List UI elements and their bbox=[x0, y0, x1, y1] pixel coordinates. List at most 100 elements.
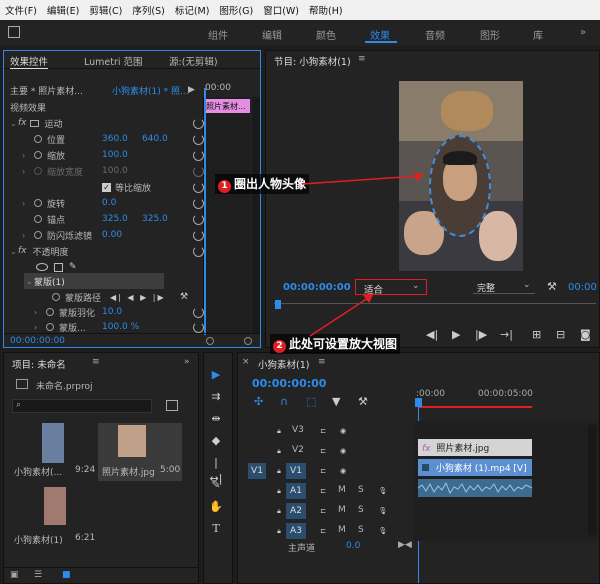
zoom-out-icon[interactable] bbox=[206, 337, 214, 345]
workspace-tab-color[interactable]: 颜色 bbox=[316, 27, 336, 42]
timeline-title[interactable]: 小狗素材(1) bbox=[258, 357, 309, 371]
solo-button[interactable]: S bbox=[358, 505, 364, 515]
ripple-edit-tool-icon[interactable]: ⇹ bbox=[208, 411, 224, 427]
opacity-row[interactable]: ⌄ fx 不透明度 bbox=[4, 243, 204, 259]
workspace-tab-effects[interactable]: 效果 bbox=[370, 27, 390, 42]
project-title[interactable]: 项目: 未命名 bbox=[12, 357, 66, 371]
expand-icon[interactable]: › bbox=[22, 199, 30, 208]
tab-source[interactable]: 源:(无剪辑) bbox=[169, 54, 218, 68]
timeline-scrollbar[interactable] bbox=[588, 425, 596, 535]
sync-lock-icon[interactable]: ⊏ bbox=[316, 524, 330, 538]
ec-scrollbar[interactable] bbox=[252, 97, 260, 333]
wrench-icon[interactable]: ⚒ bbox=[547, 280, 557, 293]
play-only-icon[interactable]: ▶ bbox=[188, 85, 195, 95]
track-name[interactable]: V3 bbox=[292, 425, 304, 435]
mask-feather-value[interactable]: 10.0 bbox=[102, 307, 122, 317]
solo-button[interactable]: S bbox=[358, 485, 364, 495]
mute-button[interactable]: M bbox=[338, 505, 346, 515]
menu-sequence[interactable]: 序列(S) bbox=[127, 3, 169, 17]
clip-video[interactable]: 小狗素材 (1).mp4 [V] bbox=[418, 459, 532, 476]
mute-button[interactable]: M bbox=[338, 485, 346, 495]
go-to-out-icon[interactable]: →| bbox=[500, 328, 513, 341]
project-item[interactable]: 小狗素材(1) 6:21 bbox=[14, 487, 98, 546]
ec-clip-bar[interactable]: 照片素材... bbox=[204, 99, 250, 113]
eye-icon[interactable]: ◉ bbox=[336, 444, 350, 458]
stopwatch-icon[interactable] bbox=[52, 293, 60, 301]
step-forward-icon[interactable]: |▶ bbox=[475, 328, 487, 341]
track-name[interactable]: A2 bbox=[286, 503, 306, 519]
selection-tool-icon[interactable]: ▶ bbox=[208, 367, 224, 383]
workspace-tab-editing[interactable]: 编辑 bbox=[262, 27, 282, 42]
workspace-menu-icon[interactable]: » bbox=[580, 27, 586, 38]
lock-icon[interactable]: 🔒︎ bbox=[272, 504, 286, 518]
wrench-icon[interactable]: ⚒ bbox=[180, 292, 188, 302]
export-frame-icon[interactable]: ◙ bbox=[580, 328, 591, 341]
menu-file[interactable]: 文件(F) bbox=[0, 3, 42, 17]
menu-clip[interactable]: 剪辑(C) bbox=[84, 3, 127, 17]
zoom-in-icon[interactable] bbox=[244, 337, 252, 345]
razor-tool-icon[interactable]: ◆ bbox=[208, 433, 224, 449]
nest-icon[interactable]: ✣ bbox=[254, 395, 263, 408]
menu-help[interactable]: 帮助(H) bbox=[304, 3, 348, 17]
expand-icon[interactable]: ⌄ bbox=[26, 277, 34, 286]
lock-icon[interactable]: 🔒︎ bbox=[272, 444, 286, 458]
panel-menu-icon[interactable]: ≡ bbox=[318, 357, 326, 367]
lock-icon[interactable]: 🔒︎ bbox=[272, 524, 286, 538]
lock-icon[interactable]: 🔒︎ bbox=[272, 424, 286, 438]
eye-icon[interactable]: ◉ bbox=[336, 464, 350, 478]
reset-icon[interactable] bbox=[193, 181, 204, 193]
panel-menu-icon[interactable]: ≡ bbox=[92, 357, 100, 367]
stopwatch-icon[interactable] bbox=[46, 323, 54, 331]
panel-menu-icon[interactable]: ≡ bbox=[358, 54, 366, 64]
clip-photo[interactable]: fx 照片素材.jpg bbox=[418, 439, 532, 456]
menu-graphics[interactable]: 图形(G) bbox=[214, 3, 258, 17]
solo-button[interactable]: S bbox=[358, 525, 364, 535]
play-icon[interactable]: ▶ bbox=[452, 328, 460, 341]
flicker-value[interactable]: 0.00 bbox=[102, 230, 122, 240]
position-y-value[interactable]: 640.0 bbox=[142, 134, 168, 144]
track-name[interactable]: A1 bbox=[286, 483, 306, 499]
menu-edit[interactable]: 编辑(E) bbox=[42, 3, 84, 17]
expand-icon[interactable]: › bbox=[34, 323, 42, 332]
master-clip-label[interactable]: 主要 * 照片素材... bbox=[10, 84, 83, 97]
stopwatch-icon[interactable] bbox=[34, 151, 42, 159]
extract-icon[interactable]: ⊟ bbox=[556, 328, 565, 341]
program-playhead[interactable] bbox=[275, 300, 281, 309]
track-name[interactable]: A3 bbox=[286, 523, 306, 539]
reset-icon[interactable] bbox=[193, 306, 204, 318]
expand-icon[interactable]: ⌄ bbox=[10, 247, 18, 256]
linked-selection-icon[interactable]: ⬚ bbox=[306, 395, 316, 408]
step-back-icon[interactable]: ◀| bbox=[426, 328, 438, 341]
lock-icon[interactable]: ▣ bbox=[10, 570, 19, 580]
position-x-value[interactable]: 360.0 bbox=[102, 134, 128, 144]
timeline-playhead-handle[interactable] bbox=[415, 398, 422, 407]
microphone-icon[interactable]: 🎙︎ bbox=[376, 524, 390, 538]
tab-effect-controls[interactable]: 效果控件 bbox=[10, 54, 49, 69]
hand-tool-icon[interactable]: ✋ bbox=[208, 499, 224, 515]
lift-icon[interactable]: ⊞ bbox=[532, 328, 541, 341]
sync-lock-icon[interactable]: ⊏ bbox=[316, 504, 330, 518]
panel-expand-icon[interactable]: » bbox=[184, 357, 190, 367]
add-marker-icon[interactable]: ▼ bbox=[332, 395, 340, 408]
track-name[interactable]: V1 bbox=[286, 463, 306, 479]
snap-icon[interactable]: ∩ bbox=[280, 395, 288, 408]
program-title[interactable]: 节目: 小狗素材(1) bbox=[274, 54, 351, 68]
close-icon[interactable]: × bbox=[242, 357, 250, 367]
wrench-icon[interactable]: ⚒ bbox=[358, 395, 368, 408]
reset-icon[interactable] bbox=[193, 213, 204, 225]
expand-icon[interactable]: ⌄ bbox=[10, 119, 18, 128]
eye-icon[interactable]: ◉ bbox=[336, 424, 350, 438]
reset-icon[interactable] bbox=[193, 229, 204, 241]
workspace-tab-assembly[interactable]: 组件 bbox=[208, 27, 228, 42]
type-tool-icon[interactable]: T bbox=[208, 521, 224, 537]
motion-row[interactable]: ⌄ fx 运动 bbox=[4, 115, 204, 131]
menu-markers[interactable]: 标记(M) bbox=[170, 3, 215, 17]
sync-lock-icon[interactable]: ⊏ bbox=[316, 444, 330, 458]
tab-lumetri-scopes[interactable]: Lumetri 范围 bbox=[84, 54, 143, 68]
transform-icon[interactable] bbox=[29, 119, 39, 127]
reset-icon[interactable] bbox=[193, 321, 204, 333]
reset-icon[interactable] bbox=[193, 245, 204, 257]
rectangle-mask-icon[interactable] bbox=[54, 262, 63, 272]
project-item[interactable]: 小狗素材(... 9:24 bbox=[14, 423, 98, 481]
mask-track-controls[interactable]: ◀| ◀ ▶ |▶ bbox=[110, 293, 166, 302]
